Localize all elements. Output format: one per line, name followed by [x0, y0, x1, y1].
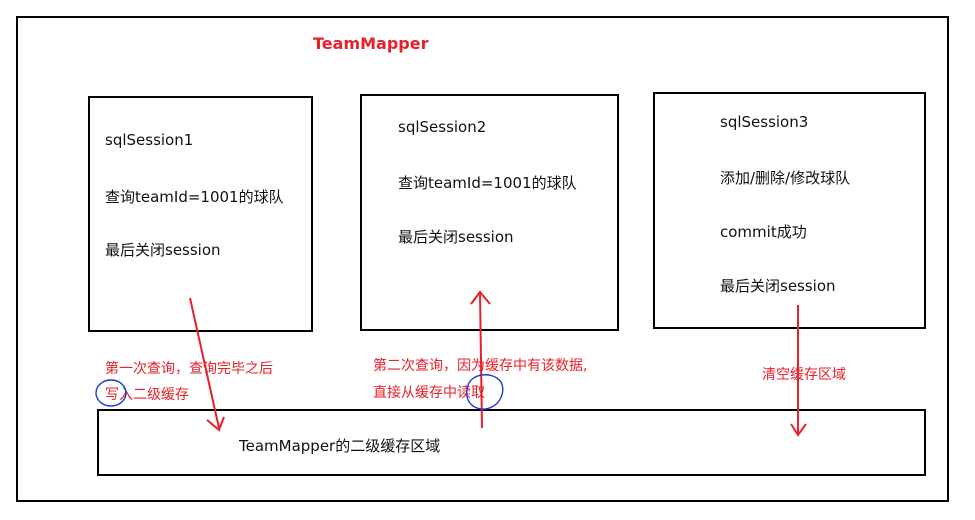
annotation-overlay — [95, 290, 807, 437]
arrow-cache-to-session-2 — [470, 290, 491, 429]
circle-mark-1 — [95, 379, 127, 407]
arrow-session-1-to-cache — [189, 297, 225, 432]
arrow-session-3-to-cache — [790, 305, 807, 437]
circle-mark-2 — [466, 374, 504, 410]
